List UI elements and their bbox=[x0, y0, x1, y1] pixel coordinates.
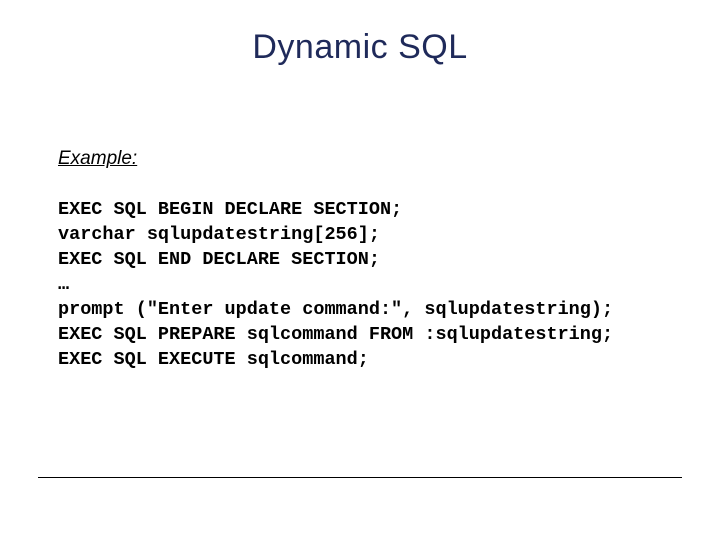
slide-title: Dynamic SQL bbox=[0, 28, 720, 67]
code-line: prompt ("Enter update command:", sqlupda… bbox=[58, 299, 613, 320]
code-line: EXEC SQL BEGIN DECLARE SECTION; bbox=[58, 199, 402, 220]
code-line: EXEC SQL END DECLARE SECTION; bbox=[58, 249, 380, 270]
code-line: EXEC SQL PREPARE sqlcommand FROM :sqlupd… bbox=[58, 324, 613, 345]
divider-line bbox=[38, 477, 682, 478]
code-line: varchar sqlupdatestring[256]; bbox=[58, 224, 380, 245]
code-line: EXEC SQL EXECUTE sqlcommand; bbox=[58, 349, 369, 370]
slide: Dynamic SQL Example: EXEC SQL BEGIN DECL… bbox=[0, 0, 720, 540]
code-line: … bbox=[58, 274, 69, 295]
code-block: EXEC SQL BEGIN DECLARE SECTION; varchar … bbox=[58, 198, 700, 373]
example-label: Example: bbox=[58, 148, 137, 170]
